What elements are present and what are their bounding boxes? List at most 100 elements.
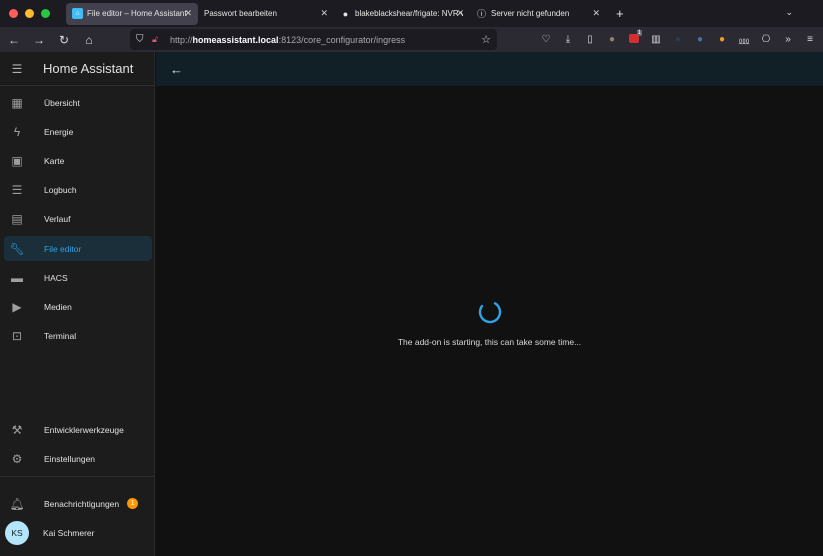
sidebar-item-label: Entwicklerwerkzeuge <box>44 424 124 435</box>
top-app-bar: ← <box>156 52 823 86</box>
avatar: KS <box>5 520 29 545</box>
reader-view-icon[interactable]: ▯ <box>579 34 601 45</box>
extension-globe-icon[interactable]: ● <box>601 34 623 45</box>
sidebar-item-label: HACS <box>44 272 68 283</box>
sidebar-item-einstellungen[interactable]: ⚙ Einstellungen <box>4 446 152 471</box>
sidebar-header: ☰ Home Assistant <box>0 52 154 86</box>
sidebar-item-label: Energie <box>44 126 74 137</box>
extensions-puzzle-icon[interactable]: ⎔ <box>755 34 777 45</box>
download-icon[interactable]: ⤓ <box>557 34 579 45</box>
notification-badge: 1 <box>127 498 139 509</box>
chart-icon: ▤ <box>11 211 23 226</box>
main-content: ← The add-on is starting, this can take … <box>156 52 823 556</box>
extension-badge-icon[interactable]: 1 <box>623 29 645 46</box>
hammer-icon: ⚒ <box>11 422 23 437</box>
tab-title: File editor – Home Assistant <box>87 9 187 18</box>
sidebar-item-benachrichtigungen[interactable]: 🔔︎ Benachrichtigungen 1 <box>4 491 152 516</box>
sidebar-item-label: Terminal <box>44 330 77 341</box>
sidebar-item-user[interactable]: KS Kai Schmerer <box>4 520 152 545</box>
sidebar-item-entwicklerwerkzeuge[interactable]: ⚒ Entwicklerwerkzeuge <box>4 417 152 442</box>
tab-title: Server nicht gefunden <box>491 9 570 18</box>
sidebar-item-verlauf[interactable]: ▤ Verlauf <box>4 206 152 231</box>
close-icon[interactable]: ✕ <box>592 8 600 19</box>
tab-server-nicht-gefunden[interactable]: ⓘ Server nicht gefunden ✕ <box>470 3 606 25</box>
vpn-icon[interactable]: ● <box>689 34 711 45</box>
extension-grid-icon[interactable]: ▥ <box>645 34 667 45</box>
sidebar-item-label: Einstellungen <box>44 453 96 464</box>
new-tab-button[interactable]: + <box>616 6 624 21</box>
sidebar-item-terminal[interactable]: ⊡ Terminal <box>4 323 152 348</box>
hacs-icon: ▬ <box>11 270 23 285</box>
sidebar-title: Home Assistant <box>43 61 134 76</box>
url-bar[interactable]: ⛉ 🔓︎ http://homeassistant.local:8123/cor… <box>130 29 497 50</box>
tab-frigate[interactable]: ● blakeblackshear/frigate: NVR w ✕ <box>334 3 470 25</box>
status-message: The add-on is starting, this can take so… <box>397 337 582 347</box>
close-icon[interactable]: ✕ <box>320 8 328 19</box>
browser-window: ⌂ File editor – Home Assistant ✕ Passwor… <box>0 0 823 556</box>
info-icon: ⓘ <box>476 9 486 19</box>
tab-bar: ⌂ File editor – Home Assistant ✕ Passwor… <box>0 0 823 27</box>
sidebar-item-label: Übersicht <box>44 97 80 108</box>
sidebar-item-label: File editor <box>44 243 82 254</box>
browser-toolbar: ♡ ⤓ ▯ ● 1 ▥ ● ● ● ⅏ ⎔ » ≡ <box>535 27 821 52</box>
sidebar-item-file-editor[interactable]: 🔧︎ File editor <box>4 236 152 261</box>
close-icon[interactable]: ✕ <box>184 8 192 19</box>
sidebar-item-label: Karte <box>44 155 65 166</box>
maximize-window-button[interactable] <box>41 9 50 18</box>
overflow-chevron-icon[interactable]: » <box>777 34 799 45</box>
sidebar-item-label: Benachrichtigungen <box>44 498 120 509</box>
back-arrow-icon[interactable]: ← <box>3 33 25 47</box>
dashboard-icon: ▦ <box>11 95 23 110</box>
url-host: homeassistant.local <box>192 34 279 45</box>
pocket-icon[interactable]: ♡ <box>535 34 557 45</box>
user-name: Kai Schmerer <box>43 527 95 538</box>
url-scheme: http:// <box>170 34 193 45</box>
loading-spinner <box>478 300 502 324</box>
extension-orange-icon[interactable]: ● <box>711 34 733 45</box>
insecure-lock-icon[interactable]: 🔓︎ <box>152 34 162 45</box>
home-assistant-icon: ⌂ <box>72 8 83 19</box>
extension-placeholder-icon[interactable]: ● <box>667 34 689 45</box>
tab-passwort[interactable]: Passwort bearbeiten ✕ <box>198 3 334 25</box>
sidebar-item-hacs[interactable]: ▬ HACS <box>4 265 152 290</box>
bookmark-star-icon[interactable]: ☆ <box>481 33 491 46</box>
back-arrow-icon[interactable]: ← <box>170 62 183 77</box>
url-path: :8123/core_configurator/ingress <box>278 34 406 45</box>
reload-icon[interactable]: ↻ <box>53 33 75 47</box>
url-text[interactable]: http://homeassistant.local:8123/core_con… <box>170 35 405 45</box>
sidebar-item-energie[interactable]: ϟ Energie <box>4 119 152 144</box>
sidebar-item-logbuch[interactable]: ☰ Logbuch <box>4 177 152 202</box>
list-icon: ☰ <box>11 182 23 197</box>
tab-title: Passwort bearbeiten <box>204 9 277 18</box>
forward-arrow-icon[interactable]: → <box>28 33 50 47</box>
shield-icon[interactable]: ⛉ <box>136 34 146 45</box>
menu-collapse-icon[interactable]: ☰ <box>0 62 34 76</box>
tab-list-chevron-icon[interactable]: ⌄ <box>785 7 793 18</box>
sidebar-item-label: Verlauf <box>44 213 71 224</box>
close-window-button[interactable] <box>9 9 18 18</box>
terminal-icon: ⊡ <box>11 328 23 343</box>
github-icon: ● <box>342 8 349 19</box>
minimize-window-button[interactable] <box>25 9 34 18</box>
navigation-bar: ← → ↻ ⌂ ⛉ 🔓︎ http://homeassistant.local:… <box>0 27 823 52</box>
lightning-icon: ϟ <box>13 124 21 139</box>
tab-title: blakeblackshear/frigate: NVR w <box>355 9 463 18</box>
close-icon[interactable]: ✕ <box>456 8 464 19</box>
bell-icon: 🔔︎ <box>9 496 25 511</box>
sidebar-item-uebersicht[interactable]: ▦ Übersicht <box>4 90 152 115</box>
extension-badge-count: 1 <box>636 29 642 36</box>
sidebar: ☰ Home Assistant ▦ Übersicht ϟ Energie ▣… <box>0 52 155 556</box>
window-controls <box>0 9 66 18</box>
wrench-icon: 🔧︎ <box>9 241 25 256</box>
home-icon[interactable]: ⌂ <box>78 33 100 47</box>
menu-icon[interactable]: ≡ <box>799 34 821 45</box>
map-account-icon: ▣ <box>11 153 23 168</box>
tab-file-editor[interactable]: ⌂ File editor – Home Assistant ✕ <box>66 2 198 25</box>
media-icon: ▶ <box>12 299 22 314</box>
sidebar-item-medien[interactable]: ▶ Medien <box>4 294 152 319</box>
sidebar-item-label: Logbuch <box>44 184 77 195</box>
translate-icon[interactable]: ⅏ <box>733 33 755 47</box>
gear-icon: ⚙ <box>11 451 23 466</box>
sidebar-item-karte[interactable]: ▣ Karte <box>4 148 152 173</box>
home-assistant-app: ☰ Home Assistant ▦ Übersicht ϟ Energie ▣… <box>0 52 823 556</box>
